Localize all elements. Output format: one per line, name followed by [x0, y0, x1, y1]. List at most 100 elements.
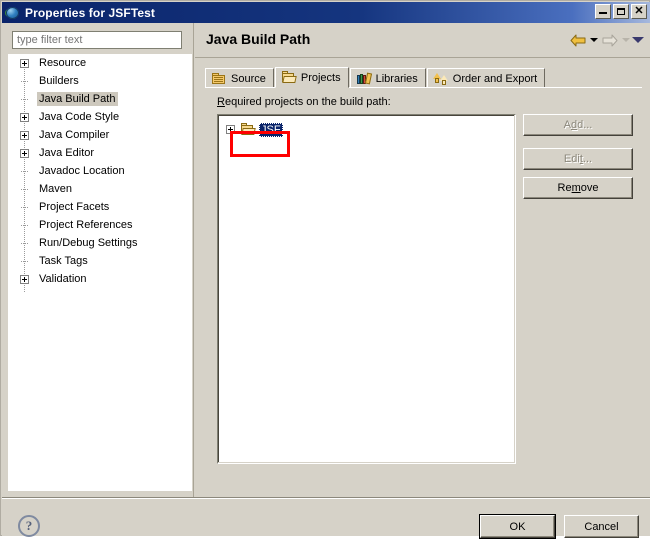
open-folder-icon	[240, 122, 256, 137]
sidebar-item-javadoc-location[interactable]: Javadoc Location	[8, 162, 192, 180]
filter-input[interactable]	[12, 31, 182, 49]
title-bar[interactable]: Properties for JSFTest ✕	[2, 2, 650, 23]
source-folder-icon	[211, 72, 227, 86]
forward-history-dropdown-icon	[620, 31, 632, 49]
view-menu-arrow-icon[interactable]	[632, 31, 644, 49]
sidebar-item-label: Java Editor	[39, 147, 95, 159]
expand-icon[interactable]	[20, 148, 29, 158]
caption-rest: equired projects on the build path:	[224, 96, 391, 108]
sidebar-item-label: Project References	[39, 219, 133, 231]
footer-divider	[2, 497, 650, 499]
sidebar-item-validation[interactable]: Validation	[8, 270, 192, 288]
open-folder-icon	[281, 70, 297, 85]
expand-icon[interactable]	[20, 274, 29, 284]
tree-connector-icon	[20, 167, 29, 176]
tree-connector-icon	[20, 203, 29, 212]
caption-mnemonic: R	[217, 96, 225, 108]
window-title: Properties for JSFTest	[25, 5, 156, 20]
list-item[interactable]: JSF	[226, 121, 283, 138]
sidebar-item-project-facets[interactable]: Project Facets	[8, 198, 192, 216]
add-button-label-post: d...	[577, 119, 593, 131]
dialog-body: Resource Builders Java Build Path Java C…	[2, 23, 650, 539]
close-glyph: ✕	[634, 5, 644, 17]
ok-button[interactable]: OK	[479, 514, 556, 539]
expand-icon[interactable]	[20, 58, 29, 68]
settings-tree[interactable]: Resource Builders Java Build Path Java C…	[8, 54, 192, 491]
tree-connector-icon	[20, 239, 29, 248]
remove-button-label-post: ove	[580, 182, 599, 194]
sidebar-item-label: Task Tags	[39, 255, 88, 267]
sidebar-item-project-references[interactable]: Project References	[8, 216, 192, 234]
edit-button[interactable]: Edi t...	[523, 148, 633, 170]
settings-page: Java Build Path Source Projects Librarie…	[195, 23, 650, 497]
sidebar-item-label: Java Compiler	[39, 129, 110, 141]
remove-button[interactable]: Re m ove	[523, 177, 633, 199]
pane-divider	[193, 23, 194, 497]
sidebar-item-label: Resource	[39, 57, 87, 69]
tab-label: Projects	[300, 71, 341, 84]
build-path-tabs: Source Projects Libraries Order and Expo…	[205, 67, 642, 88]
sidebar-item-label: Builders	[39, 75, 79, 87]
add-button[interactable]: Ad d...	[523, 114, 633, 136]
sidebar-item-run-debug-settings[interactable]: Run/Debug Settings	[8, 234, 192, 252]
remove-button-label-pre: Re	[557, 182, 572, 194]
cancel-button-label: Cancel	[584, 520, 619, 533]
expand-icon[interactable]	[20, 130, 29, 140]
help-button[interactable]: ?	[18, 515, 42, 539]
add-button-label-pre: A	[563, 119, 571, 131]
edit-button-label-post: ...	[582, 153, 593, 165]
title-divider	[195, 57, 650, 58]
window-controls: ✕	[595, 4, 647, 19]
back-history-dropdown-icon[interactable]	[588, 31, 600, 49]
tree-connector-icon	[20, 77, 29, 86]
tab-label: Source	[231, 72, 266, 85]
tree-connector-icon	[20, 95, 29, 104]
sidebar-item-java-code-style[interactable]: Java Code Style	[8, 108, 192, 126]
sidebar-item-label: Project Facets	[39, 201, 110, 213]
sidebar-item-label: Java Code Style	[39, 111, 120, 123]
sidebar-item-label: Maven	[39, 183, 73, 195]
sidebar-item-label: Run/Debug Settings	[39, 237, 138, 249]
sidebar-item-label: Java Build Path	[37, 92, 119, 106]
maximize-button[interactable]	[613, 4, 629, 19]
expand-icon[interactable]	[20, 112, 29, 122]
properties-dialog: Properties for JSFTest ✕ Resource Builde…	[0, 0, 650, 539]
expand-icon[interactable]	[226, 125, 235, 134]
sidebar-item-resource[interactable]: Resource	[8, 54, 192, 72]
sidebar-item-java-compiler[interactable]: Java Compiler	[8, 126, 192, 144]
navigation-toolbar	[568, 29, 644, 51]
tree-connector-icon	[20, 185, 29, 194]
close-icon[interactable]: ✕	[631, 4, 647, 19]
sidebar-item-task-tags[interactable]: Task Tags	[8, 252, 192, 270]
tab-order-and-export[interactable]: Order and Export	[426, 68, 546, 88]
sidebar-item-java-build-path[interactable]: Java Build Path	[8, 90, 192, 108]
page-title: Java Build Path	[206, 31, 311, 47]
tab-source[interactable]: Source	[205, 68, 274, 88]
sidebar-item-builders[interactable]: Builders	[8, 72, 192, 90]
order-arrows-icon	[432, 72, 449, 86]
tab-projects[interactable]: Projects	[274, 67, 349, 88]
eclipse-globe-icon	[5, 5, 21, 20]
remove-button-label-mnemonic: m	[571, 182, 581, 194]
ok-button-label: OK	[509, 520, 526, 533]
list-item-label: JSF	[259, 122, 283, 137]
tree-connector-icon	[20, 221, 29, 230]
minimize-button[interactable]	[595, 4, 611, 19]
sidebar-item-maven[interactable]: Maven	[8, 180, 192, 198]
required-projects-list[interactable]: JSF	[217, 114, 516, 464]
sidebar-item-java-editor[interactable]: Java Editor	[8, 144, 192, 162]
books-icon	[356, 72, 372, 86]
projects-tab-panel: Required projects on the build path: JSF…	[205, 87, 642, 487]
tree-connector-icon	[20, 257, 29, 266]
tab-label: Order and Export	[452, 72, 538, 85]
back-arrow-icon[interactable]	[568, 31, 588, 49]
required-projects-label: Required projects on the build path:	[217, 96, 391, 108]
sidebar-item-label: Validation	[39, 273, 87, 285]
sidebar-item-label: Javadoc Location	[39, 165, 125, 177]
tab-label: Libraries	[375, 72, 418, 85]
cancel-button[interactable]: Cancel	[564, 515, 639, 538]
tab-libraries[interactable]: Libraries	[349, 68, 426, 88]
edit-button-label-pre: Edi	[563, 153, 580, 165]
forward-arrow-icon	[600, 31, 620, 49]
help-icon: ?	[18, 515, 40, 537]
